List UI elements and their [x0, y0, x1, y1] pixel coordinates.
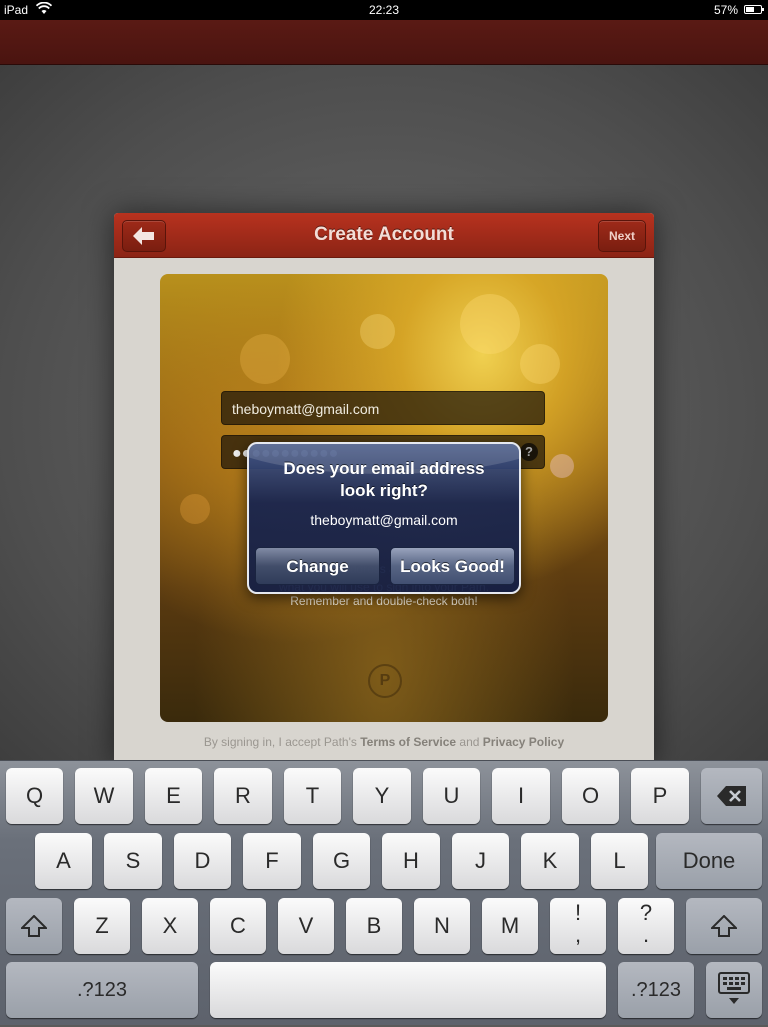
key-x[interactable]: X: [142, 898, 198, 954]
key-d[interactable]: D: [174, 833, 231, 889]
key-exclaim-comma[interactable]: ! ,: [550, 898, 606, 954]
key-q[interactable]: Q: [6, 768, 63, 824]
shift-key-left[interactable]: [6, 898, 62, 954]
key-period-label: .: [642, 922, 650, 947]
backspace-icon: [716, 786, 746, 806]
terms-and: and: [459, 735, 480, 749]
key-m[interactable]: M: [482, 898, 538, 954]
shift-icon: [19, 914, 49, 937]
key-comma-label: ,: [574, 922, 582, 947]
terms-prefix: By signing in, I accept Path's: [203, 735, 357, 749]
email-field[interactable]: theboymatt@gmail.com: [221, 391, 545, 425]
keyboard: Q W E R T Y U I O P A S D F G H J K L Do…: [0, 760, 768, 1025]
path-logo-icon: P: [368, 664, 402, 698]
looks-good-button[interactable]: Looks Good!: [390, 547, 515, 585]
key-p[interactable]: P: [631, 768, 689, 824]
key-n[interactable]: N: [414, 898, 470, 954]
back-arrow-icon: [133, 227, 154, 245]
keyboard-hide-icon: [718, 972, 750, 1004]
change-button[interactable]: Change: [255, 547, 380, 585]
key-g[interactable]: G: [313, 833, 370, 889]
next-button[interactable]: Next: [598, 220, 646, 252]
key-o[interactable]: O: [562, 768, 619, 824]
key-i[interactable]: I: [492, 768, 550, 824]
key-z[interactable]: Z: [74, 898, 130, 954]
numbers-key-left[interactable]: .?123: [6, 962, 198, 1018]
key-e[interactable]: E: [145, 768, 202, 824]
key-v[interactable]: V: [278, 898, 334, 954]
key-r[interactable]: R: [214, 768, 272, 824]
sheet-title: Create Account: [314, 224, 454, 245]
clock: 22:23: [368, 3, 400, 17]
key-exclaim-label: !: [574, 900, 582, 925]
shift-key-right[interactable]: [686, 898, 762, 954]
key-u[interactable]: U: [423, 768, 480, 824]
back-button[interactable]: [122, 220, 166, 252]
battery-percentage: 57%: [713, 3, 738, 17]
battery-icon: [744, 5, 764, 14]
shift-icon: [709, 914, 739, 937]
key-b[interactable]: B: [346, 898, 402, 954]
alert-title: Does your email address look right?: [259, 458, 509, 502]
confirm-email-alert: Does your email address look right? theb…: [247, 442, 521, 594]
hide-keyboard-key[interactable]: [706, 962, 762, 1018]
key-k[interactable]: K: [521, 833, 579, 889]
key-a[interactable]: A: [35, 833, 92, 889]
alert-message: theboymatt@gmail.com: [310, 512, 458, 528]
key-j[interactable]: J: [452, 833, 509, 889]
help-icon[interactable]: ?: [520, 443, 538, 461]
space-key[interactable]: [210, 962, 606, 1018]
key-c[interactable]: C: [210, 898, 266, 954]
status-bar: iPad 22:23 57%: [0, 0, 768, 20]
numbers-key-right[interactable]: .?123: [618, 962, 694, 1018]
key-w[interactable]: W: [75, 768, 133, 824]
key-t[interactable]: T: [284, 768, 341, 824]
background-app-bar: [0, 20, 768, 65]
key-question-label: ?: [639, 900, 653, 925]
key-h[interactable]: H: [382, 833, 440, 889]
terms-text: By signing in, I accept Path's Terms of …: [114, 735, 654, 749]
key-y[interactable]: Y: [353, 768, 411, 824]
hint-line-3: Remember and double-check both!: [290, 594, 478, 608]
done-key[interactable]: Done: [656, 833, 762, 889]
terms-of-service-link[interactable]: Terms of Service: [360, 735, 456, 749]
key-f[interactable]: F: [243, 833, 301, 889]
privacy-policy-link[interactable]: Privacy Policy: [483, 735, 564, 749]
key-l[interactable]: L: [591, 833, 648, 889]
key-s[interactable]: S: [104, 833, 162, 889]
delete-key[interactable]: [701, 768, 762, 824]
alert-title-line-1: Does your email address: [283, 459, 485, 478]
alert-title-line-2: look right?: [340, 481, 428, 500]
key-question-period[interactable]: ? .: [618, 898, 674, 954]
